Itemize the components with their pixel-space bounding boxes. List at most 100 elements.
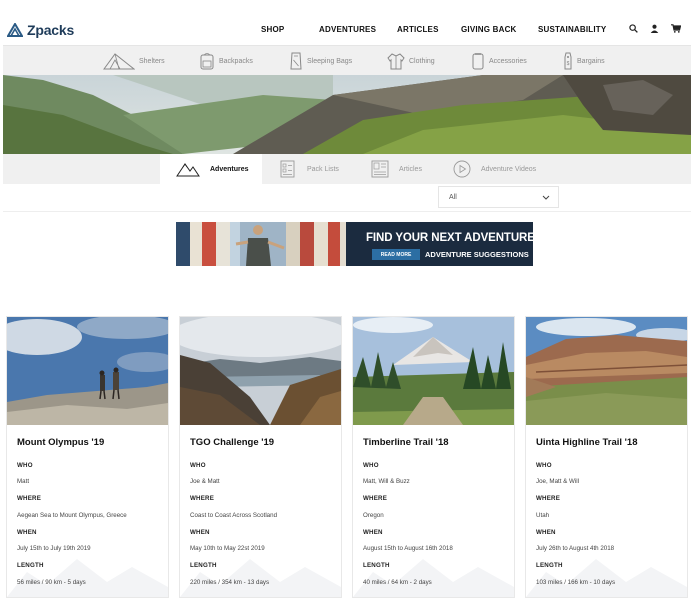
category-label: Sleeping Bags: [307, 57, 353, 65]
tab-adventures[interactable]: Adventures: [160, 154, 262, 184]
header-icons: [629, 24, 681, 33]
when-value: August 15th to August 16th 2018: [363, 545, 453, 552]
when-value: July 15th to July 19th 2019: [17, 545, 91, 552]
category-label: Shelters: [139, 57, 165, 65]
category-label: Accessories: [489, 57, 527, 65]
adventure-card-uinta-highline[interactable]: Uinta Highline Trail '18 WHO Joe, Matt &…: [525, 316, 688, 598]
banner-photo: [176, 222, 533, 266]
sleeping-bag-icon: [290, 52, 302, 70]
card-photo: [180, 317, 341, 425]
where-value: Utah: [536, 512, 550, 519]
adventure-filter-select[interactable]: All: [438, 186, 559, 208]
svg-text:$: $: [567, 61, 570, 67]
price-tag-icon: $: [564, 52, 572, 70]
category-shelters[interactable]: Shelters: [103, 51, 165, 71]
nav-articles[interactable]: ARTICLES: [397, 25, 438, 34]
who-label: WHO: [190, 462, 206, 469]
card-title: Mount Olympus '19: [17, 437, 105, 448]
adventure-suggestions-banner[interactable]: FIND YOUR NEXT ADVENTURE READ MORE ADVEN…: [176, 222, 533, 266]
card-photo: [526, 317, 687, 425]
site-header: Zpacks SHOP ADVENTURES ARTICLES GIVING B…: [3, 15, 691, 46]
tent-icon: [103, 53, 135, 70]
where-value: Coast to Coast Across Scotland: [190, 512, 278, 519]
user-icon[interactable]: [650, 24, 659, 33]
nav-adventures[interactable]: ADVENTURES: [319, 25, 379, 34]
length-value: 103 miles / 166 km - 10 days: [536, 579, 616, 586]
who-value: Matt: [17, 478, 30, 485]
when-label: WHEN: [190, 529, 210, 536]
length-value: 40 miles / 64 km - 2 days: [363, 579, 432, 586]
length-label: LENGTH: [536, 562, 563, 569]
tab-pack-lists[interactable]: Pack Lists: [263, 154, 355, 184]
read-more-button[interactable]: READ MORE: [372, 249, 420, 260]
length-label: LENGTH: [363, 562, 390, 569]
banner-headline: FIND YOUR NEXT ADVENTURE: [366, 232, 533, 244]
search-icon[interactable]: [629, 24, 638, 33]
where-label: WHERE: [17, 495, 42, 502]
who-label: WHO: [363, 462, 379, 469]
tab-adventure-videos[interactable]: Adventure Videos: [437, 154, 567, 184]
adventure-card-tgo-challenge[interactable]: TGO Challenge '19 WHO Joe & Matt WHERE C…: [179, 316, 342, 598]
when-label: WHEN: [17, 529, 37, 536]
logo[interactable]: Zpacks: [7, 22, 74, 38]
cart-icon[interactable]: [671, 24, 681, 33]
category-label: Clothing: [409, 57, 435, 65]
who-value: Joe & Matt: [190, 478, 220, 485]
pouch-icon: [472, 53, 484, 70]
who-value: Joe, Matt & Will: [536, 478, 579, 485]
card-title: Timberline Trail '18: [363, 437, 449, 448]
filter-value: All: [449, 193, 457, 201]
mountain-icon: [176, 163, 200, 177]
category-label: Backpacks: [219, 57, 253, 65]
where-label: WHERE: [536, 495, 561, 502]
hero-image: [3, 75, 691, 154]
category-bar: Shelters Backpacks Sleeping Bags Clothin…: [3, 46, 691, 75]
length-value: 220 miles / 354 km - 13 days: [190, 579, 270, 586]
card-photo: [7, 317, 168, 425]
tab-label: Articles: [399, 165, 422, 173]
nav-shop[interactable]: SHOP: [261, 25, 284, 34]
adventure-card-timberline-trail[interactable]: Timberline Trail '18 WHO Matt, Will & Bu…: [352, 316, 515, 598]
where-label: WHERE: [190, 495, 215, 502]
banner-subline: ADVENTURE SUGGESTIONS: [425, 250, 529, 259]
tab-articles[interactable]: Articles: [355, 154, 439, 184]
logo-text: Zpacks: [27, 22, 75, 38]
length-label: LENGTH: [17, 562, 44, 569]
when-value: May 10th to May 22st 2019: [190, 545, 265, 552]
backpack-icon: [200, 53, 214, 70]
adventure-tabs: Adventures Pack Lists Articles Adventure…: [3, 154, 691, 184]
tab-label: Adventures: [210, 165, 249, 173]
play-icon: [453, 160, 471, 178]
tab-label: Adventure Videos: [481, 165, 537, 173]
zpacks-logo-icon: [7, 23, 23, 37]
category-bargains[interactable]: $ Bargains: [563, 51, 605, 71]
card-photo: [353, 317, 514, 425]
who-label: WHO: [17, 462, 33, 469]
category-accessories[interactable]: Accessories: [471, 51, 527, 71]
nav-giving-back[interactable]: GIVING BACK: [461, 25, 521, 34]
where-value: Aegean Sea to Mount Olympus, Greece: [17, 512, 127, 519]
category-backpacks[interactable]: Backpacks: [199, 51, 253, 71]
card-title: Uinta Highline Trail '18: [536, 437, 638, 448]
chevron-down-icon: [542, 195, 550, 200]
adventure-card-mount-olympus[interactable]: Mount Olympus '19 WHO Matt WHERE Aegean …: [6, 316, 169, 598]
category-sleeping-bags[interactable]: Sleeping Bags: [289, 51, 352, 71]
who-label: WHO: [536, 462, 552, 469]
length-label: LENGTH: [190, 562, 217, 569]
category-label: Bargains: [577, 57, 605, 65]
where-label: WHERE: [363, 495, 388, 502]
jacket-icon: [387, 53, 405, 70]
category-clothing[interactable]: Clothing: [387, 51, 435, 71]
tab-label: Pack Lists: [307, 165, 339, 173]
who-value: Matt, Will & Buzz: [363, 478, 410, 485]
articles-icon: [371, 160, 389, 178]
when-label: WHEN: [536, 529, 556, 536]
divider: [3, 211, 691, 212]
nav-sustainability[interactable]: SUSTAINABILITY: [538, 25, 608, 34]
when-label: WHEN: [363, 529, 383, 536]
length-value: 56 miles / 90 km - 5 days: [17, 579, 86, 586]
when-value: July 26th to August 4th 2018: [536, 545, 615, 552]
pack-list-icon: [280, 160, 295, 178]
card-title: TGO Challenge '19: [190, 437, 275, 448]
where-value: Oregon: [363, 512, 384, 519]
